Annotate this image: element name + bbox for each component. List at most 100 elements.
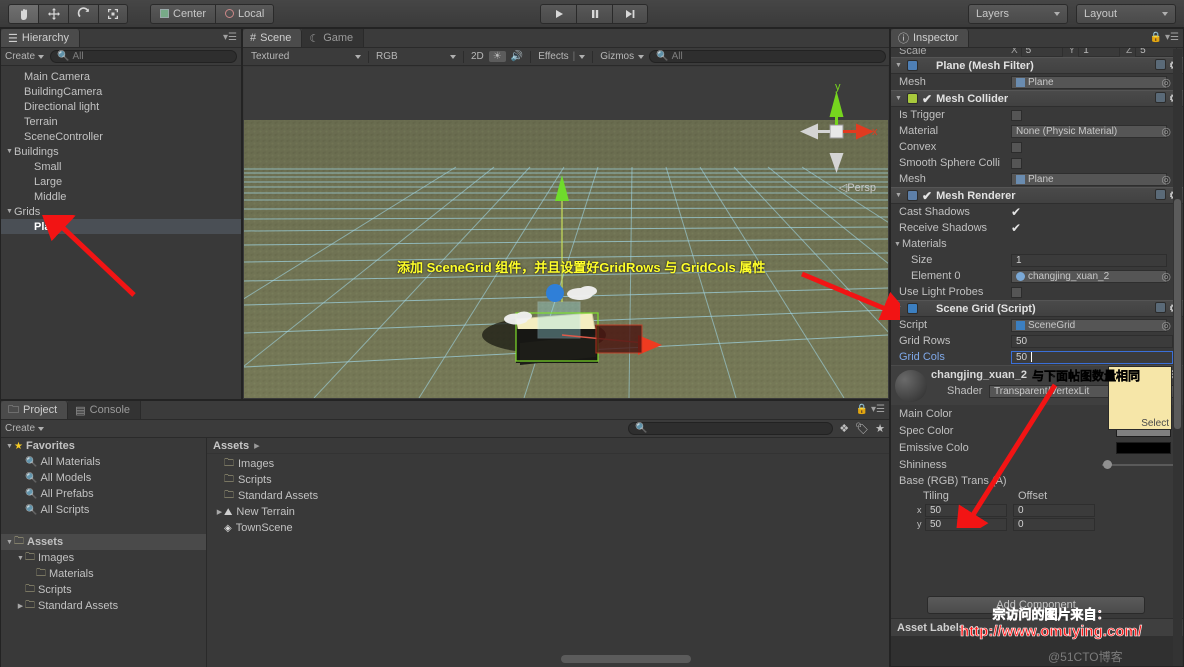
audio-toggle-icon[interactable]: 🔊 — [506, 51, 528, 62]
tab-scene[interactable]: # Scene — [243, 29, 303, 47]
emissive-color-swatch[interactable] — [1116, 441, 1171, 454]
collider-mesh-field[interactable]: Plane — [1011, 172, 1167, 186]
favorite-star-icon[interactable]: ★ — [875, 422, 885, 435]
scene-axis-gizmo[interactable]: y x — [794, 81, 880, 181]
hierarchy-item[interactable]: Small — [1, 159, 241, 174]
create-button[interactable]: Create — [5, 51, 45, 62]
chevron-down-icon[interactable]: ▼ — [5, 539, 14, 546]
create-button[interactable]: Create — [5, 423, 195, 434]
component-header-scene-grid[interactable]: ▼ Scene Grid (Script) ⚙ — [891, 300, 1183, 317]
component-header-mesh-renderer[interactable]: ▼ ✔ Mesh Renderer ⚙ — [891, 187, 1183, 204]
scale-x-field[interactable]: 5 — [1020, 48, 1063, 57]
help-icon[interactable] — [1155, 59, 1167, 70]
object-picker-icon[interactable]: ◎ — [1161, 125, 1171, 138]
project-tree-item[interactable]: 🔍 All Scripts — [1, 502, 206, 518]
tab-hierarchy[interactable]: ☰ Hierarchy — [1, 29, 80, 47]
pause-button[interactable] — [576, 3, 612, 24]
inspector-scrollbar[interactable] — [1173, 49, 1182, 666]
grid-cols-field[interactable]: 50 — [1011, 350, 1173, 364]
help-icon[interactable] — [1155, 92, 1167, 103]
layout-dropdown[interactable]: Layout — [1076, 3, 1176, 24]
hierarchy-item[interactable]: Middle — [1, 189, 241, 204]
chevron-down-icon[interactable]: ▼ — [894, 62, 903, 69]
asset-item[interactable]: 🗀 Scripts — [207, 472, 889, 488]
project-tree-item[interactable]: 🔍 All Materials — [1, 454, 206, 470]
smooth-sphere-checkbox[interactable] — [1011, 157, 1022, 169]
component-header-mesh-collider[interactable]: ▼ ✔ Mesh Collider ⚙ — [891, 90, 1183, 107]
move-tool[interactable] — [38, 3, 68, 24]
project-tree-item[interactable]: ▼ 🗀 Images — [1, 550, 206, 566]
pivot-mode-button[interactable]: Center — [150, 3, 216, 24]
use-light-probes-checkbox[interactable] — [1011, 286, 1022, 298]
scale-y-field[interactable]: 1 — [1078, 48, 1121, 57]
draw-mode-dropdown[interactable]: Textured — [246, 51, 366, 62]
convex-checkbox[interactable] — [1011, 141, 1022, 153]
hierarchy-item[interactable]: Terrain — [1, 114, 241, 129]
chevron-down-icon[interactable]: ▼ — [893, 241, 902, 248]
panel-menu-icon[interactable]: 🔒 ▾☰ — [1150, 32, 1179, 43]
chevron-right-icon[interactable]: ▶ — [215, 508, 224, 516]
grid-rows-field[interactable]: 50 — [1011, 334, 1173, 348]
hierarchy-item[interactable]: SceneController — [1, 129, 241, 144]
scale-z-field[interactable]: 5 — [1135, 48, 1177, 57]
object-picker-icon[interactable]: ◎ — [1161, 173, 1171, 186]
tab-inspector[interactable]: ⓘ Inspector — [891, 29, 970, 47]
panel-menu-icon[interactable]: 🔒 ▾☰ — [856, 404, 885, 415]
filter-label-icon[interactable]: 🏷 — [855, 422, 869, 435]
lighting-toggle-icon[interactable]: ☀ — [488, 51, 506, 62]
project-tree-item[interactable]: ▶ 🗀 Standard Assets — [1, 598, 206, 614]
project-search-input[interactable]: 🔍 — [628, 422, 834, 435]
mesh-collider-enabled-checkbox[interactable]: ✔ — [922, 92, 932, 106]
shininess-slider[interactable] — [1102, 459, 1177, 470]
hierarchy-item[interactable]: Directional light — [1, 99, 241, 114]
scene-search-input[interactable]: 🔍 All — [649, 50, 886, 63]
help-icon[interactable] — [1155, 189, 1167, 200]
project-tree-item[interactable]: 🔍 All Models — [1, 470, 206, 486]
materials-foldout[interactable]: ▼ Materials — [891, 236, 1183, 252]
horizontal-scrollbar[interactable] — [561, 655, 691, 663]
hierarchy-item[interactable]: Main Camera — [1, 69, 241, 84]
is-trigger-checkbox[interactable] — [1011, 109, 1022, 121]
project-tree-item[interactable]: 🗀 Materials — [1, 566, 206, 582]
chevron-down-icon[interactable]: ▶ — [16, 602, 25, 610]
asset-item[interactable]: ▶ ⛰ New Terrain — [207, 504, 889, 520]
play-button[interactable] — [540, 3, 576, 24]
object-picker-icon[interactable]: ◎ — [1161, 270, 1171, 283]
receive-shadows-checkbox[interactable]: ✔ — [1011, 221, 1021, 235]
script-field[interactable]: SceneGrid — [1011, 318, 1167, 332]
project-tree-item[interactable]: ▼ ★ Favorites — [1, 438, 206, 454]
scene-viewport[interactable]: y x ◁Persp — [244, 67, 888, 398]
rotation-mode-button[interactable]: Local — [215, 3, 275, 24]
project-tree-item[interactable]: 🔍 All Prefabs — [1, 486, 206, 502]
scale-tool[interactable] — [98, 3, 128, 24]
asset-item[interactable]: 🗀 Images — [207, 456, 889, 472]
size-field[interactable]: 1 — [1011, 253, 1167, 267]
mesh-renderer-enabled-checkbox[interactable]: ✔ — [922, 189, 932, 203]
effects-dropdown[interactable]: Effects | — [533, 51, 590, 62]
hierarchy-item[interactable]: ▼ Buildings — [1, 144, 241, 159]
hierarchy-search-input[interactable]: 🔍 All — [50, 50, 237, 63]
cast-shadows-checkbox[interactable]: ✔ — [1011, 205, 1021, 219]
tab-console[interactable]: ▤ Console — [68, 401, 142, 419]
physic-material-field[interactable]: None (Physic Material) — [1011, 124, 1167, 138]
chevron-down-icon[interactable]: ▼ — [894, 95, 903, 102]
tab-game[interactable]: ☾ Game — [302, 29, 365, 47]
hierarchy-item[interactable]: Large — [1, 174, 241, 189]
select-texture-button[interactable]: Select — [1139, 418, 1171, 429]
step-button[interactable] — [612, 3, 648, 24]
chevron-down-icon[interactable]: ▼ — [5, 443, 14, 450]
component-header-mesh-filter[interactable]: ▼ Plane (Mesh Filter) ⚙ — [891, 57, 1183, 74]
rotate-tool[interactable] — [68, 3, 98, 24]
help-icon[interactable] — [1155, 302, 1167, 313]
gizmos-dropdown[interactable]: Gizmos — [595, 51, 649, 62]
hierarchy-item[interactable]: BuildingCamera — [1, 84, 241, 99]
filter-type-icon[interactable]: ❖ — [839, 422, 849, 435]
hand-tool[interactable] — [8, 3, 38, 24]
chevron-down-icon[interactable]: ▼ — [894, 192, 903, 199]
toggle-2d[interactable]: 2D — [466, 51, 489, 62]
element0-field[interactable]: changjing_xuan_2 — [1011, 269, 1167, 283]
chevron-down-icon[interactable]: ▼ — [5, 148, 14, 155]
mesh-object-field[interactable]: Plane — [1011, 75, 1167, 89]
layers-dropdown[interactable]: Layers — [968, 3, 1068, 24]
scrollbar-thumb[interactable] — [1174, 199, 1181, 429]
